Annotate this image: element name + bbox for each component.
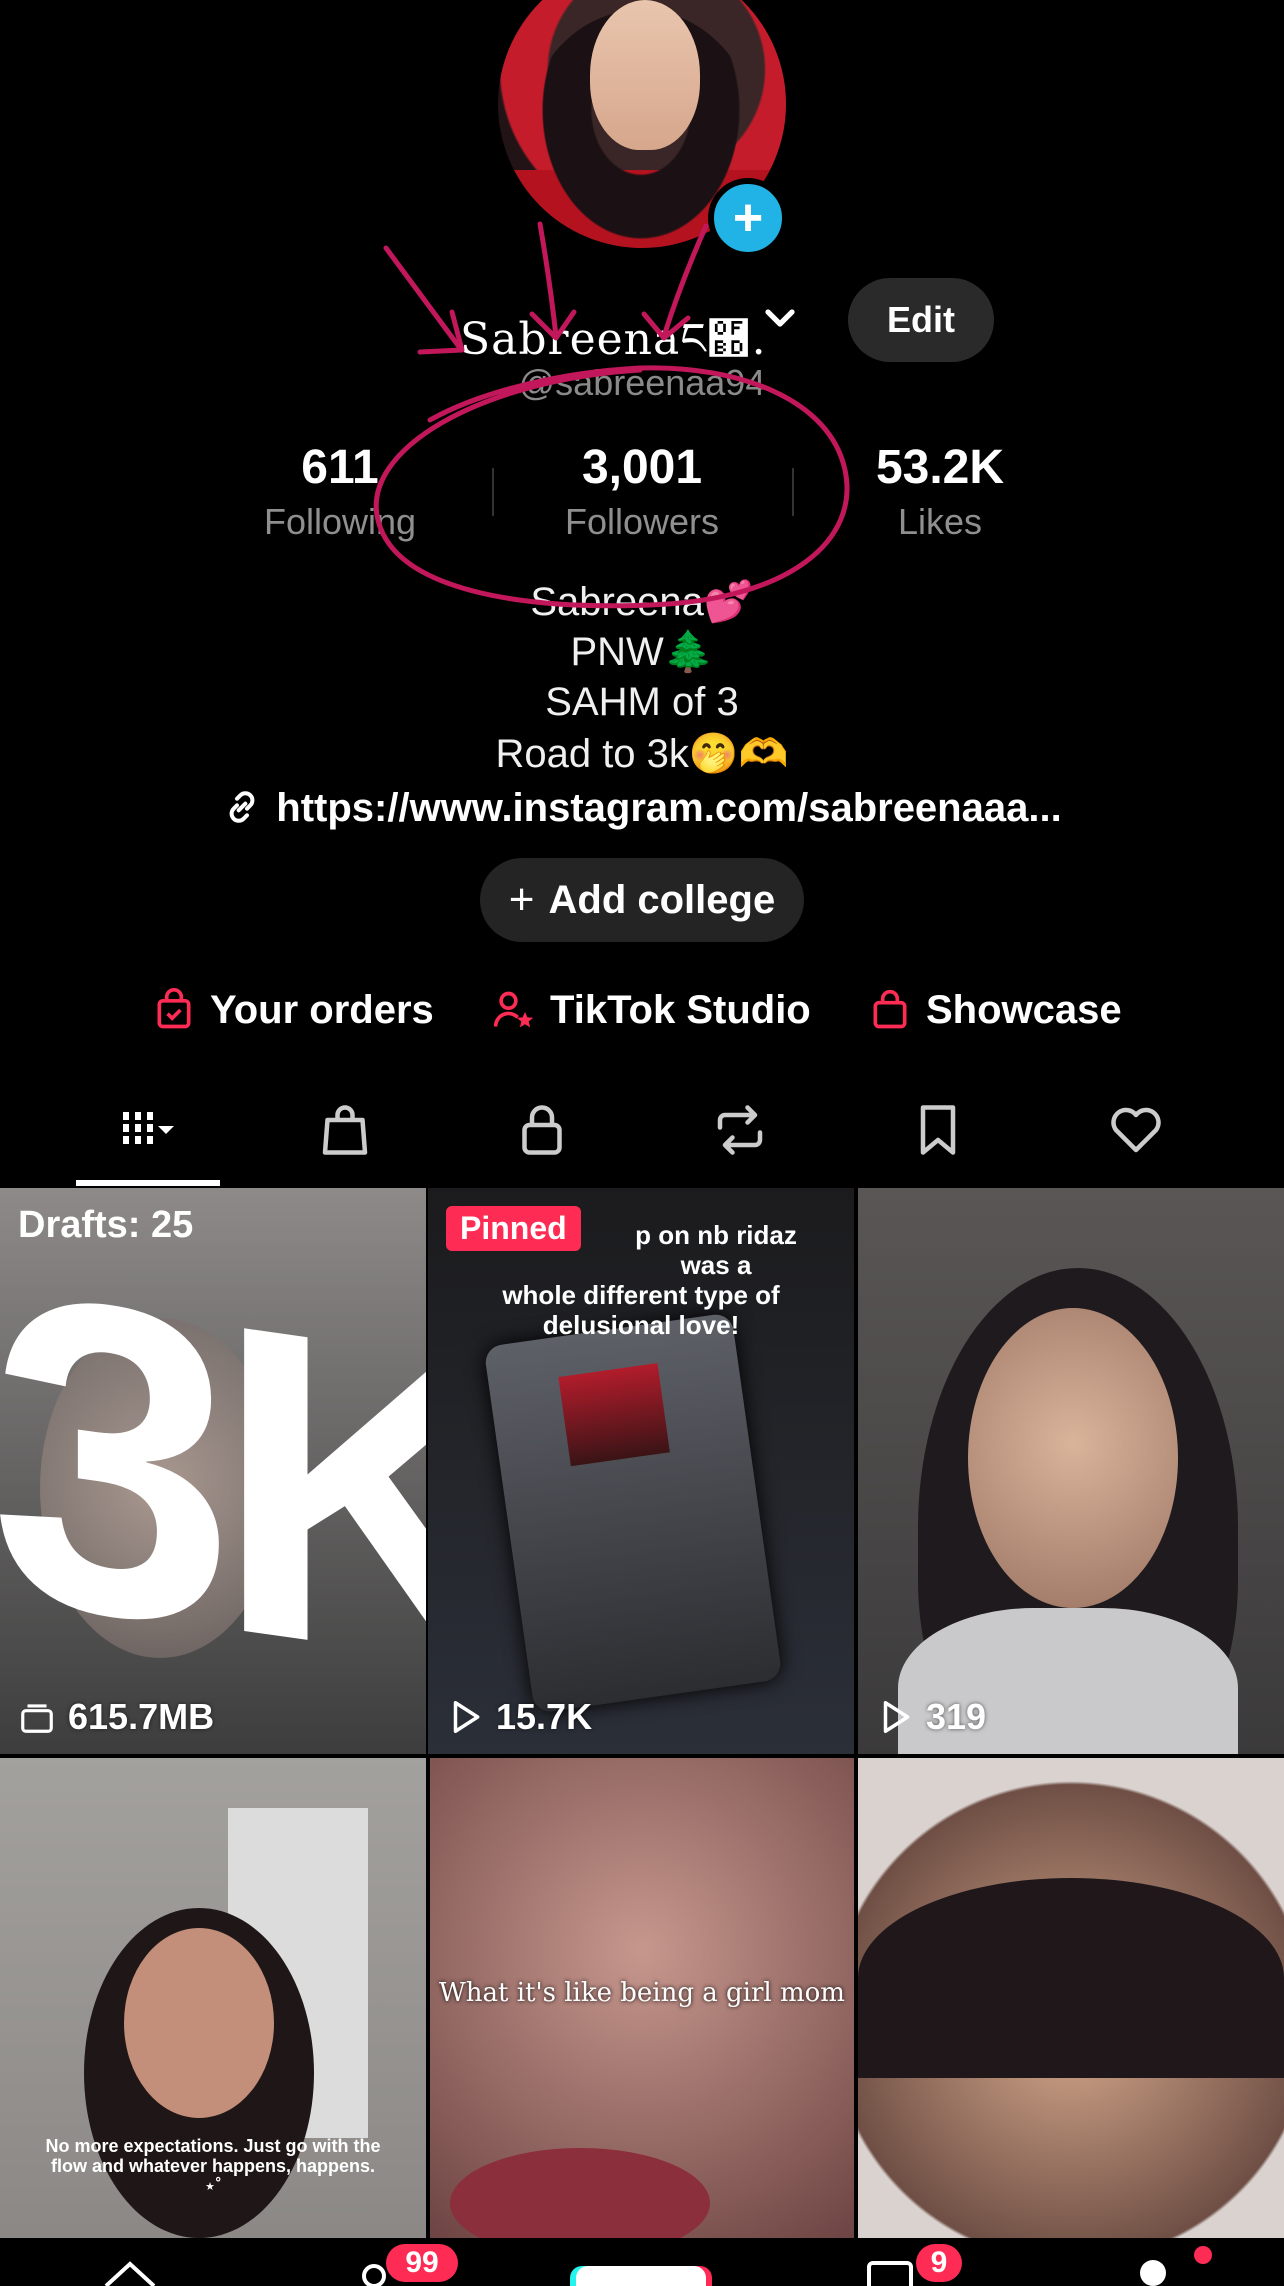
drafts-size-label: 615.7MB (68, 1696, 215, 1737)
view-count: 15.7K (446, 1696, 592, 1738)
shortcut-label: Showcase (926, 987, 1122, 1032)
tab-videos[interactable] (90, 1090, 210, 1170)
video-thumbnail (450, 2148, 710, 2238)
inbox-icon[interactable] (866, 2260, 914, 2286)
view-count-label: 15.7K (496, 1696, 593, 1737)
videos-grid-icon (123, 1112, 174, 1148)
bio-line: SAHM of 3 (545, 680, 739, 724)
inbox-badge: 9 (916, 2244, 962, 2282)
heart-icon (1111, 1107, 1161, 1153)
tab-reposts[interactable] (680, 1090, 800, 1170)
profile-nav-icon[interactable] (1140, 2260, 1166, 2286)
video-tile[interactable]: No more expectations. Just go with the f… (0, 1758, 426, 2238)
bio-link-text: https://www.instagram.com/sabreenaaa... (276, 786, 1062, 830)
stat-label: Following (263, 501, 417, 542)
stat-label: Followers (564, 501, 720, 542)
link-icon (229, 791, 255, 823)
bio-link[interactable]: https://www.instagram.com/sabreenaaa... (0, 786, 1284, 831)
create-button[interactable] (576, 2266, 706, 2286)
shortcut-label: Your orders (210, 987, 434, 1032)
stat-likes[interactable]: 53.2K Likes (790, 440, 1090, 543)
video-thumbnail (858, 1878, 1284, 2078)
tab-private[interactable] (482, 1090, 602, 1170)
video-tile[interactable] (858, 1758, 1284, 2238)
friends-badge: 99 (386, 2244, 458, 2282)
bio-line: Sabreena💕 (530, 580, 754, 624)
view-count-label: 319 (926, 1696, 987, 1737)
chevron-down-icon[interactable] (762, 300, 798, 336)
video-thumbnail (483, 1312, 783, 1714)
thumbnail-overlay-text: 3K (0, 1198, 426, 1754)
shortcut-label: TikTok Studio (550, 987, 811, 1032)
repost-icon (717, 1105, 763, 1155)
studio-person-star-icon (493, 991, 534, 1028)
stat-label: Likes (897, 501, 983, 542)
notification-dot (1194, 2246, 1212, 2264)
username: @sabreenaa94 (518, 362, 766, 403)
tiktok-studio-button[interactable]: TikTok Studio (492, 980, 811, 1040)
pinned-badge: Pinned (446, 1206, 581, 1251)
tab-saved[interactable] (878, 1090, 998, 1170)
play-icon (453, 1701, 480, 1733)
stat-value: 3,001 (581, 441, 703, 494)
plus-icon: + (508, 875, 535, 924)
tab-shop[interactable] (285, 1090, 405, 1170)
play-icon (883, 1701, 910, 1733)
showcase-button[interactable]: Showcase (868, 980, 1122, 1040)
video-caption: No more expectations. Just go with the f… (45, 2136, 381, 2196)
bottom-navigation (0, 2238, 1284, 2286)
shop-bag-icon (322, 1105, 368, 1155)
lock-icon (522, 1105, 562, 1155)
add-avatar-plus-icon[interactable]: + (708, 178, 788, 258)
stat-value: 53.2K (875, 441, 1005, 494)
add-college-button[interactable]: + Add college (480, 858, 804, 942)
add-college-label: Add college (548, 877, 776, 922)
your-orders-button[interactable]: Your orders (152, 980, 434, 1040)
stat-followers[interactable]: 3,001 Followers (492, 440, 792, 543)
stat-following[interactable]: 611 Following (190, 440, 490, 543)
drafts-tile[interactable]: 3K Drafts: 25 615.7MB (0, 1188, 426, 1754)
active-tab-indicator (76, 1180, 220, 1186)
bio-line: Road to 3k🤭🫶 (495, 732, 789, 776)
edit-profile-button[interactable]: Edit (848, 278, 994, 362)
shopping-bag-icon (873, 989, 907, 1029)
drafts-size: 615.7MB (18, 1696, 214, 1738)
video-tile[interactable]: p on nb ridaz was a whole different type… (428, 1188, 854, 1754)
folder-stack-icon (21, 1704, 53, 1733)
video-tile[interactable]: What it's like being a girl mom (430, 1758, 854, 2238)
view-count: 319 (876, 1696, 986, 1738)
bookmark-icon (920, 1105, 956, 1155)
orders-bag-icon (157, 988, 191, 1029)
stat-value: 611 (301, 441, 379, 494)
tab-liked[interactable] (1076, 1090, 1196, 1170)
video-caption: What it's like being a girl mom (439, 1978, 845, 2008)
video-tile[interactable]: 319 (858, 1188, 1284, 1754)
drafts-count: Drafts: 25 (18, 1204, 194, 1246)
video-caption: whole different type of delusional love! (502, 1280, 780, 1340)
bio-line: PNW🌲 (570, 630, 714, 674)
